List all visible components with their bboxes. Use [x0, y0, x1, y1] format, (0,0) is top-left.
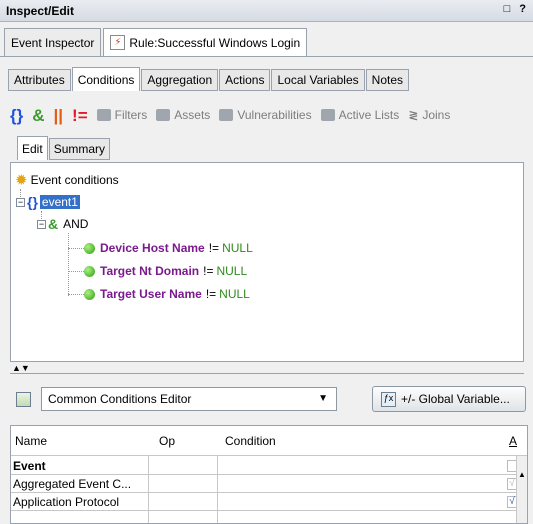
- column-a-header[interactable]: A: [509, 434, 517, 448]
- editor-select-value: Common Conditions Editor: [48, 392, 192, 406]
- tree-connector: [68, 233, 69, 296]
- condition-field: Target Nt Domain: [100, 264, 200, 278]
- braces-icon: {}: [27, 194, 38, 210]
- window-controls[interactable]: □ ?: [504, 3, 529, 15]
- common-conditions-table: Name Op Condition A Event Aggregated Eve…: [10, 425, 528, 524]
- global-variable-icon: ƒx: [381, 391, 396, 407]
- scroll-up-icon[interactable]: ▲: [518, 470, 526, 479]
- tab-summary[interactable]: Summary: [48, 138, 111, 160]
- tab-label: Event Inspector: [11, 35, 95, 50]
- add-or-button[interactable]: ||: [54, 107, 64, 124]
- condition-row[interactable]: Target User Name != NULL: [84, 285, 250, 303]
- join-icon: ≷: [408, 108, 419, 122]
- tab-label: Rule:Successful Windows Login: [129, 35, 301, 50]
- assets-label: Assets: [174, 108, 211, 122]
- vulnerability-icon: [219, 109, 234, 121]
- document-tabs: Event Inspector ⚡ Rule:Successful Window…: [4, 28, 309, 56]
- condition-icon: [84, 288, 95, 300]
- tab-local-variables[interactable]: Local Variables: [271, 69, 365, 91]
- table-row[interactable]: Event: [11, 457, 517, 475]
- tab-divider: [0, 56, 533, 57]
- condition-operator: !=: [208, 241, 220, 255]
- window-titlebar: Inspect/Edit □ ?: [0, 0, 533, 22]
- tab-aggregation[interactable]: Aggregation: [141, 69, 219, 91]
- table-header: Name Op Condition A: [11, 426, 527, 456]
- row-name: Event: [13, 459, 46, 473]
- tree-node-event[interactable]: − {} event1: [16, 193, 80, 211]
- collapse-icon[interactable]: −: [16, 197, 25, 207]
- conditions-tree[interactable]: ✹ Event conditions − {} event1 − & AND D…: [10, 162, 524, 362]
- tab-notes[interactable]: Notes: [365, 69, 410, 91]
- filters-button[interactable]: Filters: [96, 108, 148, 122]
- rule-icon: ⚡: [110, 35, 126, 50]
- condition-value: NULL: [219, 287, 250, 301]
- condition-field: Target User Name: [100, 287, 202, 301]
- event-label: event1: [39, 195, 80, 209]
- not-icon: !=: [72, 105, 88, 125]
- vulnerabilities-label: Vulnerabilities: [237, 108, 312, 122]
- editor-tabs: Edit Summary: [17, 136, 111, 160]
- column-op-header[interactable]: Op: [159, 434, 175, 448]
- and-icon: &: [32, 105, 45, 125]
- filter-icon: [96, 109, 111, 121]
- active-list-icon: [320, 109, 335, 121]
- tab-event-inspector[interactable]: Event Inspector: [4, 28, 102, 56]
- tree-root[interactable]: ✹ Event conditions: [15, 171, 119, 189]
- tree-root-label: Event conditions: [30, 173, 119, 187]
- filters-label: Filters: [114, 108, 148, 122]
- joins-label: Joins: [422, 108, 451, 122]
- column-name-header[interactable]: Name: [15, 434, 47, 448]
- condition-row[interactable]: Device Host Name != NULL: [84, 239, 253, 257]
- joins-button[interactable]: ≷ Joins: [408, 108, 450, 122]
- tab-conditions[interactable]: Conditions: [71, 67, 141, 91]
- splitter-arrows-icon[interactable]: ▲▼: [12, 363, 30, 373]
- vulnerabilities-button[interactable]: Vulnerabilities: [219, 108, 312, 122]
- condition-value: NULL: [222, 241, 253, 255]
- condition-value: NULL: [216, 264, 248, 278]
- and-label: AND: [63, 217, 89, 231]
- condition-row[interactable]: Target Nt Domain != NULL: [84, 262, 247, 280]
- table-scrollbar[interactable]: ▲: [516, 456, 527, 523]
- and-icon: &: [48, 216, 59, 232]
- condition-field: Device Host Name: [100, 241, 205, 255]
- tree-connector: [68, 271, 84, 272]
- braces-icon: {}: [10, 105, 24, 125]
- tree-node-and[interactable]: − & AND: [37, 215, 88, 233]
- panel-splitter[interactable]: ▲▼: [10, 362, 524, 374]
- asset-icon: [156, 109, 171, 121]
- editor-grid-icon: [16, 391, 31, 407]
- condition-operator: !=: [203, 264, 214, 278]
- tab-actions[interactable]: Actions: [219, 69, 271, 91]
- row-name: Application Protocol: [13, 495, 120, 509]
- editor-select[interactable]: Common Conditions Editor ▼: [41, 387, 337, 411]
- add-event-button[interactable]: {}: [10, 107, 23, 124]
- condition-icon: [84, 242, 95, 254]
- condition-icon: [84, 265, 95, 277]
- tab-edit[interactable]: Edit: [17, 136, 48, 160]
- table-row[interactable]: Application Protocol √: [11, 493, 517, 511]
- add-not-button[interactable]: !=: [72, 107, 88, 124]
- tab-rule[interactable]: ⚡ Rule:Successful Windows Login: [103, 28, 308, 56]
- tree-connector: [68, 248, 84, 249]
- dropdown-arrow-icon[interactable]: ▼: [318, 393, 328, 404]
- condition-operator: !=: [205, 287, 217, 301]
- or-icon: ||: [53, 105, 64, 125]
- assets-button[interactable]: Assets: [156, 108, 210, 122]
- rule-section-tabs: Attributes Conditions Aggregation Action…: [8, 67, 410, 91]
- active-lists-button[interactable]: Active Lists: [320, 108, 400, 122]
- collapse-icon[interactable]: −: [37, 219, 46, 229]
- conditions-toolbar: {} & || != Filters Assets Vulnerabilitie…: [10, 103, 459, 127]
- global-variable-button[interactable]: ƒx +/- Global Variable...: [372, 386, 526, 412]
- active-lists-label: Active Lists: [338, 108, 400, 122]
- editor-selector-bar: Common Conditions Editor ▼: [16, 387, 337, 411]
- conditions-root-icon: ✹: [15, 172, 28, 189]
- row-name: Aggregated Event C...: [13, 477, 132, 491]
- tree-connector: [68, 294, 84, 295]
- table-row[interactable]: Aggregated Event C... √: [11, 475, 517, 493]
- global-variable-label: +/- Global Variable...: [401, 392, 510, 406]
- add-and-button[interactable]: &: [32, 107, 44, 124]
- tab-attributes[interactable]: Attributes: [8, 69, 71, 91]
- column-condition-header[interactable]: Condition: [225, 434, 276, 448]
- window-title: Inspect/Edit: [6, 3, 75, 18]
